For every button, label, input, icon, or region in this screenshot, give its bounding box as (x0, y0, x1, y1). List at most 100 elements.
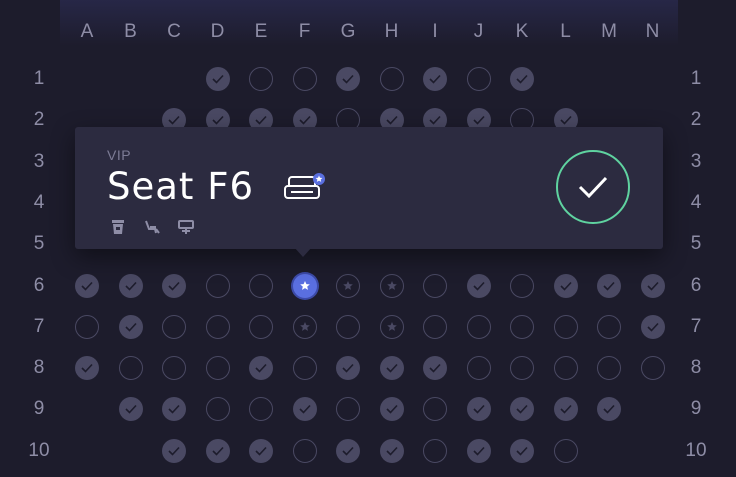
seat-a6[interactable] (75, 273, 99, 298)
seat-f9[interactable] (292, 397, 317, 422)
seat-h10[interactable] (379, 438, 404, 463)
seat-j1[interactable] (466, 67, 491, 91)
check-icon (646, 322, 659, 332)
star-icon (343, 280, 353, 290)
seat-f8[interactable] (292, 356, 317, 381)
seat-e6[interactable] (249, 273, 273, 298)
seat-f10[interactable] (292, 438, 317, 463)
check-icon (385, 116, 398, 125)
seat-g8[interactable] (336, 356, 360, 381)
seat-b7[interactable] (118, 314, 143, 339)
seat-l7[interactable] (553, 314, 578, 339)
confirm-seat-button[interactable] (556, 150, 630, 224)
check-icon (559, 405, 572, 415)
seat-h8[interactable] (379, 356, 404, 381)
seat-d8[interactable] (205, 356, 230, 381)
seat-m7[interactable] (597, 314, 621, 339)
check-icon (124, 281, 137, 291)
seat-g7[interactable] (336, 314, 360, 339)
seat-k10[interactable] (510, 438, 534, 463)
check-icon (124, 322, 137, 332)
seat-g1[interactable] (336, 67, 360, 91)
seat-g10[interactable] (336, 438, 360, 463)
seat-i8[interactable] (423, 356, 447, 381)
seat-g9[interactable] (336, 397, 360, 422)
check-icon (472, 281, 485, 291)
seat-l9[interactable] (553, 397, 578, 422)
check-icon (81, 364, 93, 373)
seat-k1[interactable] (510, 67, 534, 91)
seat-n7[interactable] (640, 314, 665, 339)
seat-e7[interactable] (249, 314, 273, 339)
seat-b9[interactable] (118, 397, 143, 422)
row-label-left: 9 (33, 398, 45, 420)
seat-m9[interactable] (597, 397, 621, 422)
seat-d9[interactable] (205, 397, 230, 422)
seat-n6[interactable] (640, 273, 665, 298)
seat-f6[interactable] (292, 273, 317, 298)
seat-h6[interactable] (379, 273, 404, 298)
check-icon (429, 364, 441, 373)
seat-i7[interactable] (423, 314, 447, 339)
seat-l10[interactable] (553, 438, 578, 463)
seat-d6[interactable] (205, 273, 230, 298)
check-icon (298, 405, 311, 415)
seat-j7[interactable] (466, 314, 491, 339)
seat-k9[interactable] (510, 397, 534, 422)
seat-k8[interactable] (510, 356, 534, 381)
row-label-right: 5 (690, 233, 702, 255)
seat-e10[interactable] (249, 438, 273, 463)
seat-h7[interactable] (379, 314, 404, 339)
seat-c9[interactable] (162, 397, 186, 422)
column-label-h: H (384, 21, 399, 42)
seat-b8[interactable] (118, 356, 143, 381)
check-icon (429, 74, 441, 84)
seat-c8[interactable] (162, 356, 186, 381)
check-icon (516, 446, 528, 456)
seat-c6[interactable] (162, 273, 186, 298)
seat-a8[interactable] (75, 356, 99, 381)
seat-f7[interactable] (292, 314, 317, 339)
seat-d7[interactable] (205, 314, 230, 339)
row-label-left: 4 (33, 191, 45, 213)
seat-k7[interactable] (510, 314, 534, 339)
seat-j6[interactable] (466, 273, 491, 298)
check-icon (385, 364, 398, 373)
check-icon (385, 446, 398, 456)
seat-e1[interactable] (249, 67, 273, 91)
seat-b6[interactable] (118, 273, 143, 298)
row-label-right: 2 (690, 109, 702, 131)
seat-l8[interactable] (553, 356, 578, 381)
seat-d1[interactable] (205, 67, 230, 91)
check-icon (211, 116, 224, 125)
seat-j8[interactable] (466, 356, 491, 381)
seat-h1[interactable] (379, 67, 404, 91)
seat-i1[interactable] (423, 67, 447, 91)
check-icon (342, 74, 354, 84)
seat-m8[interactable] (597, 356, 621, 381)
seat-j9[interactable] (466, 397, 491, 422)
seat-i6[interactable] (423, 273, 447, 298)
seat-tier-label: VIP (107, 147, 132, 163)
seat-a7[interactable] (75, 314, 99, 339)
seat-c10[interactable] (162, 438, 186, 463)
seat-n8[interactable] (640, 356, 665, 381)
check-icon (516, 74, 528, 84)
check-icon (211, 74, 224, 84)
seat-i10[interactable] (423, 438, 447, 463)
row-label-left: 2 (33, 109, 45, 131)
seat-l6[interactable] (553, 273, 578, 298)
seat-e9[interactable] (249, 397, 273, 422)
seat-c7[interactable] (162, 314, 186, 339)
sofa-icon (284, 173, 325, 199)
seat-g6[interactable] (336, 273, 360, 298)
seat-h9[interactable] (379, 397, 404, 422)
star-icon (386, 280, 397, 290)
seat-m6[interactable] (597, 273, 621, 298)
seat-f1[interactable] (292, 67, 317, 91)
seat-k6[interactable] (510, 273, 534, 298)
seat-j10[interactable] (466, 438, 491, 463)
seat-i9[interactable] (423, 397, 447, 422)
seat-d10[interactable] (205, 438, 230, 463)
seat-e8[interactable] (249, 356, 273, 381)
